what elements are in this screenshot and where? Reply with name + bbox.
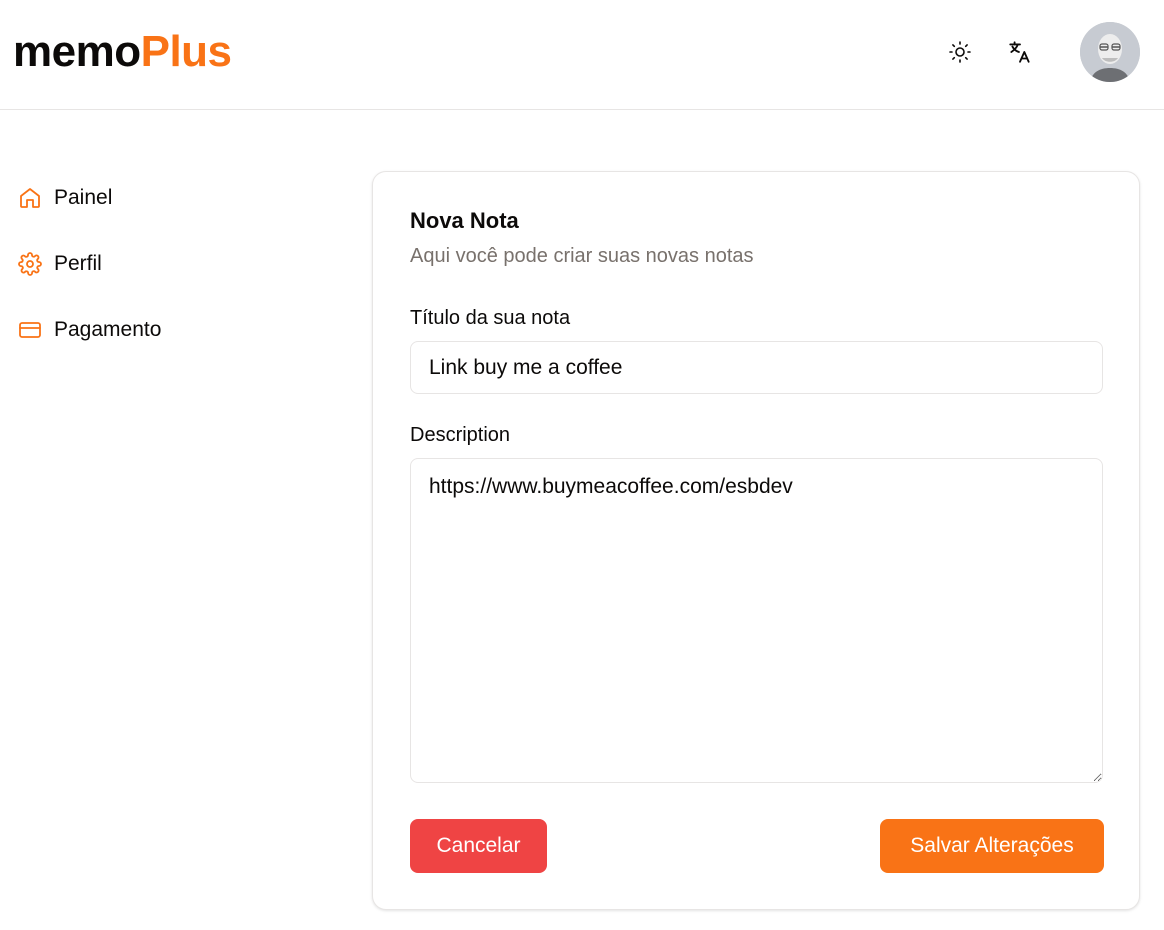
sidebar-item-painel[interactable]: Painel: [0, 170, 300, 226]
translate-icon: [1009, 41, 1030, 63]
sidebar-item-label: Pagamento: [54, 318, 162, 341]
note-title-input[interactable]: [410, 341, 1103, 394]
home-icon: [20, 188, 40, 208]
gear-icon: [18, 252, 42, 276]
sidebar-item-pagamento[interactable]: Pagamento: [0, 302, 300, 358]
sun-icon: [949, 41, 971, 63]
save-changes-button[interactable]: Salvar Alterações: [880, 819, 1104, 873]
cancel-button[interactable]: Cancelar: [410, 819, 547, 873]
description-field-label: Description: [410, 424, 511, 446]
description-textarea[interactable]: https://www.buymeacoffee.com/esbdev: [410, 458, 1103, 783]
sidebar-item-label: Perfil: [54, 252, 102, 275]
title-field-label: Título da sua nota: [410, 307, 571, 329]
sidebar-item-label: Painel: [54, 186, 113, 209]
credit-card-icon: [19, 322, 41, 338]
theme-toggle-button[interactable]: [940, 32, 980, 72]
app-logo[interactable]: memoPlus: [13, 24, 232, 80]
page-subtitle: Aqui você pode criar suas novas notas: [410, 245, 754, 267]
avatar-photo: [1080, 22, 1140, 82]
logo-text-memo: memo: [13, 27, 141, 76]
sidebar-item-perfil[interactable]: Perfil: [0, 236, 300, 292]
user-avatar[interactable]: [1080, 22, 1140, 82]
top-header: memoPlus: [0, 0, 1164, 110]
page-title: Nova Nota: [410, 208, 519, 233]
language-button[interactable]: [1000, 32, 1040, 72]
logo-text-plus: Plus: [140, 27, 232, 76]
new-note-card: Nova Nota Aqui você pode criar suas nova…: [372, 171, 1140, 910]
